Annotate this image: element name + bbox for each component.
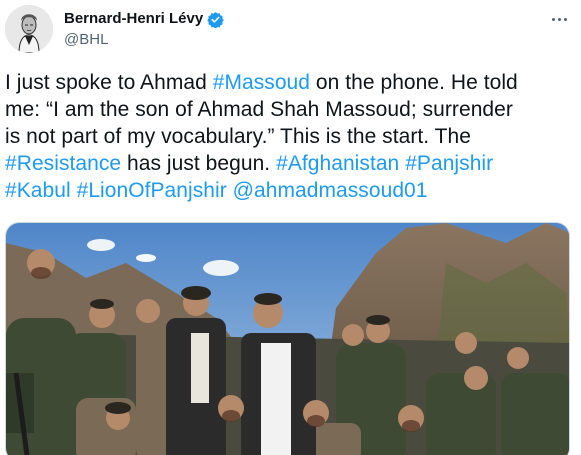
dot (551, 17, 555, 21)
author-name-row[interactable]: Bernard-Henri Lévy (64, 10, 224, 28)
dot (557, 17, 561, 21)
tweet-text-segment: has just begun. (121, 152, 277, 175)
more-options-icon[interactable] (547, 10, 571, 28)
author-handle[interactable]: @BHL (64, 31, 108, 49)
author-display-name[interactable]: Bernard-Henri Lévy (64, 10, 203, 28)
tweet-text-segment: is not part of my vocabulary.” This is t… (5, 125, 472, 148)
hashtag-link[interactable]: #Kabul (5, 179, 71, 202)
hashtag-link[interactable]: #Afghanistan (276, 152, 399, 175)
tweet-text-line: is not part of my vocabulary.” This is t… (5, 123, 570, 150)
tweet-text: I just spoke to Ahmad #Massoud on the ph… (5, 69, 570, 204)
tweet-text-line: #Kabul #LionOfPanjshir @ahmadmassoud01 (5, 177, 570, 204)
tweet-text-segment: me: “I am the son of Ahmad Shah Massoud;… (5, 98, 513, 121)
mention-link[interactable]: @ahmadmassoud01 (233, 179, 428, 202)
tweet: Bernard-Henri Lévy @BHL I just spoke to … (0, 0, 581, 455)
author-avatar[interactable] (5, 5, 53, 53)
verified-badge-icon (207, 11, 224, 28)
tweet-text-line: I just spoke to Ahmad #Massoud on the ph… (5, 69, 570, 96)
dot (563, 17, 567, 21)
tweet-text-segment: on the phone. He told (310, 71, 518, 94)
tweet-text-line: me: “I am the son of Ahmad Shah Massoud;… (5, 96, 570, 123)
hashtag-link[interactable]: #Panjshir (405, 152, 493, 175)
tweet-text-segment: I just spoke to Ahmad (5, 71, 213, 94)
hashtag-link[interactable]: #Resistance (5, 152, 121, 175)
hashtag-link[interactable]: #LionOfPanjshir (77, 179, 227, 202)
hashtag-link[interactable]: #Massoud (213, 71, 310, 94)
tweet-text-line: #Resistance has just begun. #Afghanistan… (5, 150, 570, 177)
tweet-photo[interactable] (5, 222, 570, 455)
